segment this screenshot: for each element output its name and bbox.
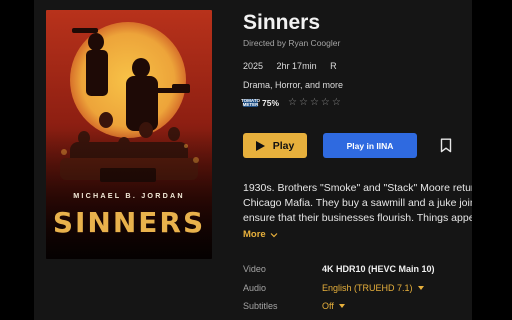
play-in-iina-label: Play in IINA: [346, 140, 394, 151]
play-button-label: Play: [272, 139, 295, 152]
synopsis-line: Chicago Mafia. They buy a sawmill and a …: [243, 197, 472, 209]
star-icon[interactable]: ☆: [310, 98, 319, 108]
poster-credit: MICHAEL B. JORDAN: [73, 191, 185, 200]
dropdown-caret-icon: [417, 286, 424, 290]
rotten-tomatoes-icon: TOMATO METER: [241, 98, 260, 107]
runtime: 2hr 17min: [276, 61, 317, 71]
play-icon: [255, 140, 265, 151]
audio-row: Audio English (TRUEHD 7.1): [243, 283, 424, 293]
subtitles-row: Subtitles Off: [243, 301, 345, 311]
video-row: Video 4K HDR10 (HEVC Main 10): [243, 264, 435, 274]
bookmark-icon: [440, 138, 451, 153]
subtitles-label: Subtitles: [243, 301, 278, 311]
rt-badge-bottom: METER: [242, 102, 259, 107]
play-in-iina-button[interactable]: Play in IINA: [323, 133, 417, 158]
star-icon[interactable]: ☆: [288, 98, 297, 108]
subtitles-select[interactable]: Off: [322, 301, 345, 311]
synopsis-line: ensure that their businesses flourish. T…: [243, 212, 472, 224]
audio-label: Audio: [243, 283, 267, 293]
star-icon[interactable]: ☆: [299, 98, 308, 108]
app-window: MICHAEL B. JORDAN SINNERS Sinners Direct…: [34, 0, 472, 320]
star-icon[interactable]: ☆: [321, 98, 330, 108]
movie-title: Sinners: [243, 11, 321, 34]
release-year: 2025: [243, 61, 264, 71]
details-panel: Sinners Directed by Ryan Coogler 2025 2h…: [241, 0, 472, 320]
audio-value: English (TRUEHD 7.1): [322, 283, 413, 293]
bookmark-button[interactable]: [437, 137, 454, 154]
genres: Drama, Horror, and more: [243, 80, 344, 90]
synopsis-line: 1930s. Brothers "Smoke" and "Stack" Moor…: [243, 182, 472, 194]
play-button[interactable]: Play: [243, 133, 307, 158]
movie-poster[interactable]: MICHAEL B. JORDAN SINNERS: [46, 10, 212, 259]
chevron-down-icon: [270, 232, 278, 237]
content-rating: R: [330, 61, 337, 71]
star-icon[interactable]: ☆: [332, 98, 341, 108]
more-label: More: [243, 229, 266, 240]
user-rating-stars[interactable]: ☆ ☆ ☆ ☆ ☆: [288, 98, 341, 108]
synopsis: 1930s. Brothers "Smoke" and "Stack" Moor…: [243, 181, 472, 226]
director: Directed by Ryan Coogler: [243, 38, 341, 48]
audio-select[interactable]: English (TRUEHD 7.1): [322, 283, 424, 293]
subtitles-value: Off: [322, 301, 334, 311]
more-button[interactable]: More: [243, 229, 278, 240]
dropdown-caret-icon: [338, 304, 345, 308]
video-label: Video: [243, 264, 266, 274]
ratings-row: TOMATO METER 75% ☆ ☆ ☆ ☆ ☆: [241, 97, 341, 109]
movie-meta: 2025 2hr 17min R: [243, 61, 348, 71]
poster-title: SINNERS: [52, 206, 206, 239]
critic-score: 75%: [262, 98, 280, 108]
video-value: 4K HDR10 (HEVC Main 10): [322, 264, 435, 274]
